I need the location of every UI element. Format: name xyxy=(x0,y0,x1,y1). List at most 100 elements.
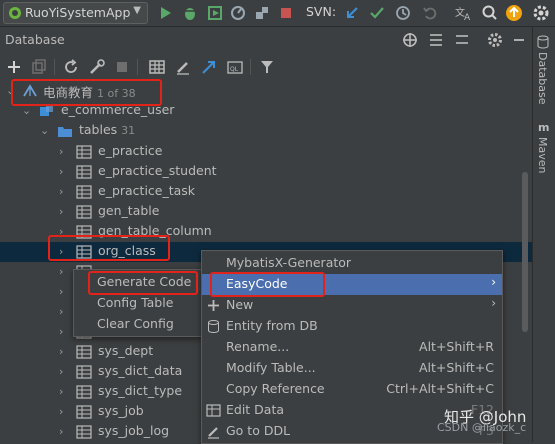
chevron-right-icon: › xyxy=(59,165,64,178)
table-name: e_practice_task xyxy=(98,183,196,198)
table-icon xyxy=(76,205,92,219)
easycode-menu-item[interactable]: EasyCode › xyxy=(202,274,502,295)
stop-icon[interactable] xyxy=(276,3,296,23)
run-icon[interactable] xyxy=(155,3,175,23)
easycode-submenu: Generate Code Config Table Clear Config xyxy=(73,269,203,337)
side-tab-maven[interactable]: Maven xyxy=(536,137,549,173)
maven-icon: m xyxy=(538,121,549,134)
entity-from-db-menu-item[interactable]: Entity from DB xyxy=(202,316,502,337)
tree-item-schema[interactable]: ⌄ e_commerce_user xyxy=(0,101,532,121)
svn-label: SVN: xyxy=(306,4,337,19)
scrollbar-thumb[interactable] xyxy=(522,172,528,332)
chevron-right-icon: › xyxy=(59,285,64,298)
table-name: sys_dict_type xyxy=(98,383,183,398)
copy-reference-menu-item[interactable]: Copy Reference Ctrl+Alt+Shift+C xyxy=(202,379,502,400)
chevron-right-icon: › xyxy=(491,296,496,310)
table-icon xyxy=(76,345,92,359)
tables-count: 31 xyxy=(121,124,136,137)
svg-text:A: A xyxy=(464,13,471,23)
gear-icon[interactable] xyxy=(486,31,504,49)
generate-code-menu-item[interactable]: Generate Code xyxy=(74,272,202,293)
new-menu-item[interactable]: New › xyxy=(202,295,502,316)
clear-config-menu-item[interactable]: Clear Config xyxy=(74,314,202,335)
table-icon xyxy=(76,185,92,199)
search-icon[interactable] xyxy=(480,3,500,23)
watermark-sub: CSDN @liaozk_c xyxy=(437,421,527,434)
refresh-icon[interactable] xyxy=(62,58,80,76)
pencil-icon xyxy=(208,427,219,439)
chevron-right-icon: › xyxy=(59,385,64,398)
table-name: e_practice xyxy=(98,143,163,158)
toolbar-separator xyxy=(54,59,55,75)
tree-scrollbar[interactable] xyxy=(521,80,529,442)
table-row[interactable]: › e_practice xyxy=(0,142,532,162)
settings-icon[interactable] xyxy=(531,3,551,23)
debug-icon[interactable] xyxy=(180,3,200,23)
minimize-icon[interactable] xyxy=(510,31,528,49)
table-name: gen_table xyxy=(98,203,160,218)
table-row[interactable]: › gen_table xyxy=(0,202,532,222)
table-name: gen_table_column xyxy=(98,223,212,238)
run-configuration-selector[interactable]: RuoYiSystemApp ▼ xyxy=(3,2,148,24)
history-icon[interactable] xyxy=(393,3,413,23)
add-icon[interactable] xyxy=(5,58,23,76)
toolbar-separator xyxy=(250,59,251,75)
translate-icon[interactable]: 文A xyxy=(453,3,473,23)
schema-icon xyxy=(40,105,53,116)
table-row[interactable]: › gen_table_column xyxy=(0,222,532,242)
table-icon xyxy=(76,365,92,379)
table-name: sys_dict_data xyxy=(98,363,183,378)
toolbar-separator xyxy=(137,59,138,75)
profile-icon[interactable] xyxy=(228,3,248,23)
update-available-icon[interactable] xyxy=(504,3,524,23)
svn-update-icon[interactable] xyxy=(342,3,362,23)
chevron-right-icon: › xyxy=(59,405,64,418)
query-console-icon[interactable]: QL xyxy=(226,58,244,76)
table-icon xyxy=(76,245,92,259)
table-icon xyxy=(76,145,92,159)
filter-icon[interactable] xyxy=(258,58,276,76)
table-icon xyxy=(76,385,92,399)
table-name: sys_job xyxy=(98,403,144,418)
build-icon[interactable] xyxy=(252,3,272,23)
side-tab-database[interactable]: Database xyxy=(536,52,549,105)
chevron-right-icon: › xyxy=(59,345,64,358)
table-name: sys_dept xyxy=(98,343,154,358)
revert-icon[interactable] xyxy=(420,3,440,23)
copy-icon[interactable] xyxy=(30,58,48,76)
config-table-menu-item[interactable]: Config Table xyxy=(74,293,202,314)
collapse-all-icon[interactable] xyxy=(453,31,471,49)
chevron-right-icon: › xyxy=(59,145,64,158)
folder-icon xyxy=(58,127,72,137)
jump-to-console-icon[interactable] xyxy=(200,58,218,76)
table-view-icon[interactable] xyxy=(148,58,166,76)
chevron-right-icon: › xyxy=(59,225,64,238)
svg-text:m: m xyxy=(538,121,549,134)
tree-item-datasource[interactable]: ⌄ 电商教育 1 of 38 xyxy=(0,81,532,101)
svn-commit-icon[interactable] xyxy=(367,3,387,23)
table-icon xyxy=(76,225,92,239)
chevron-right-icon: › xyxy=(59,305,64,318)
table-icon xyxy=(76,425,92,439)
chevron-down-icon: ⌄ xyxy=(6,84,16,97)
database-tool-icon xyxy=(537,35,549,49)
tree-item-tables-folder[interactable]: ⌄ tables 31 xyxy=(0,121,532,141)
chevron-right-icon: › xyxy=(59,265,64,278)
spring-boot-icon xyxy=(9,7,21,19)
table-row[interactable]: › e_practice_student xyxy=(0,162,532,182)
schema-label: e_commerce_user xyxy=(61,102,175,117)
table-icon xyxy=(76,165,92,179)
modify-table-menu-item[interactable]: Modify Table... Alt+Shift+C xyxy=(202,358,502,379)
crosshair-icon[interactable] xyxy=(401,31,419,49)
expand-all-icon[interactable] xyxy=(427,31,445,49)
stop-icon[interactable] xyxy=(113,58,131,76)
rename-menu-item[interactable]: Rename... Alt+Shift+R xyxy=(202,337,502,358)
mybatisx-generator-menu-item[interactable]: MybatisX-Generator xyxy=(202,253,502,274)
coverage-icon[interactable] xyxy=(205,3,225,23)
edit-icon[interactable] xyxy=(174,58,192,76)
svg-text:QL: QL xyxy=(230,66,239,73)
data-source-properties-icon[interactable] xyxy=(88,58,106,76)
chevron-right-icon: › xyxy=(59,365,64,378)
table-row[interactable]: › e_practice_task xyxy=(0,182,532,202)
table-name: sys_job_log xyxy=(98,423,170,438)
